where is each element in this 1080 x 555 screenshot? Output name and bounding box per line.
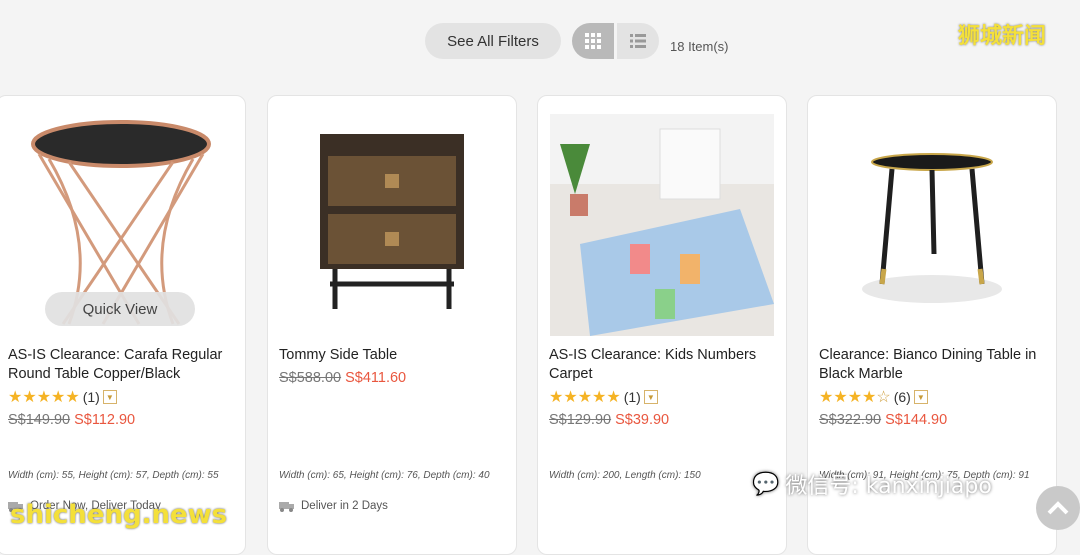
star-icon: ★★★★★	[8, 389, 80, 406]
watermark-top-right: 狮城新闻	[958, 24, 1047, 49]
product-image-dining-table[interactable]	[820, 114, 1044, 336]
product-title[interactable]: Clearance: Bianco Dining Table in Black …	[819, 346, 1049, 384]
product-title[interactable]: Tommy Side Table	[279, 346, 509, 365]
rating: ★★★★★ (1) ▼	[549, 388, 658, 406]
rating-count: (1)	[82, 389, 100, 405]
product-image-carpet[interactable]	[550, 114, 774, 336]
item-count: 18 Item(s)	[670, 39, 729, 54]
dimensions: Width (cm): 55, Height (cm): 57, Depth (…	[8, 470, 219, 481]
watermark-bottom-right: 💬 微信号: kanxinjiapo	[752, 468, 992, 500]
product-title[interactable]: AS-IS Clearance: Kids Numbers Carpet	[549, 346, 779, 384]
scroll-to-top-button[interactable]	[1036, 486, 1080, 530]
wechat-icon: 💬	[752, 471, 780, 497]
toolbar: See All Filters 18 Item(s) 狮城新闻	[0, 0, 1080, 90]
old-price: S$322.90	[819, 412, 882, 428]
old-price: S$129.90	[549, 412, 612, 428]
grid-icon	[585, 33, 601, 49]
chevron-down-icon[interactable]: ▼	[913, 390, 928, 404]
sale-price: S$112.90	[74, 412, 136, 428]
old-price: S$149.90	[8, 412, 71, 428]
quick-view-button[interactable]: Quick View	[45, 292, 195, 326]
price: S$588.00 S$411.60	[279, 370, 406, 386]
sale-price: S$39.90	[615, 412, 670, 428]
watermark-bottom-left: shicheng.news	[10, 500, 228, 530]
product-card[interactable]: Tommy Side Table S$588.00 S$411.60 Width …	[267, 95, 517, 555]
empty-star-icon: ☆	[876, 389, 891, 406]
product-card[interactable]: AS-IS Clearance: Kids Numbers Carpet ★★★…	[537, 95, 787, 555]
dimensions: Width (cm): 200, Length (cm): 150	[549, 470, 701, 481]
rating: ★★★★★ (1) ▼	[8, 388, 117, 406]
rating-count: (6)	[893, 389, 911, 405]
price: S$149.90 S$112.90	[8, 412, 135, 428]
dimensions: Width (cm): 65, Height (cm): 76, Depth (…	[279, 470, 490, 481]
watermark-bottom-right-text: 微信号: kanxinjiapo	[785, 474, 992, 499]
see-all-filters-button[interactable]: See All Filters	[425, 23, 561, 59]
grid-view-button[interactable]	[572, 23, 614, 59]
delivery-info: Deliver in 2 Days	[279, 500, 388, 512]
sale-price: S$144.90	[885, 412, 948, 428]
list-view-button[interactable]	[617, 23, 659, 59]
star-icon: ★★★★	[819, 389, 877, 406]
rating: ★★★★ ☆ (6) ▼	[819, 388, 928, 406]
product-title[interactable]: AS-IS Clearance: Carafa Regular Round Ta…	[8, 346, 238, 384]
list-icon	[630, 34, 646, 48]
chevron-down-icon[interactable]: ▼	[102, 390, 117, 404]
chevron-down-icon[interactable]: ▼	[643, 390, 658, 404]
rating-count: (1)	[623, 389, 641, 405]
delivery-text: Deliver in 2 Days	[301, 500, 388, 512]
price: S$129.90 S$39.90	[549, 412, 669, 428]
chevron-up-icon	[1047, 501, 1069, 515]
truck-icon	[279, 501, 294, 512]
price: S$322.90 S$144.90	[819, 412, 947, 428]
star-icon: ★★★★★	[549, 389, 621, 406]
old-price: S$588.00	[279, 370, 342, 386]
product-card[interactable]: Quick View AS-IS Clearance: Carafa Regul…	[0, 95, 246, 555]
sale-price: S$411.60	[345, 370, 407, 386]
product-image-side-table[interactable]	[280, 114, 504, 336]
